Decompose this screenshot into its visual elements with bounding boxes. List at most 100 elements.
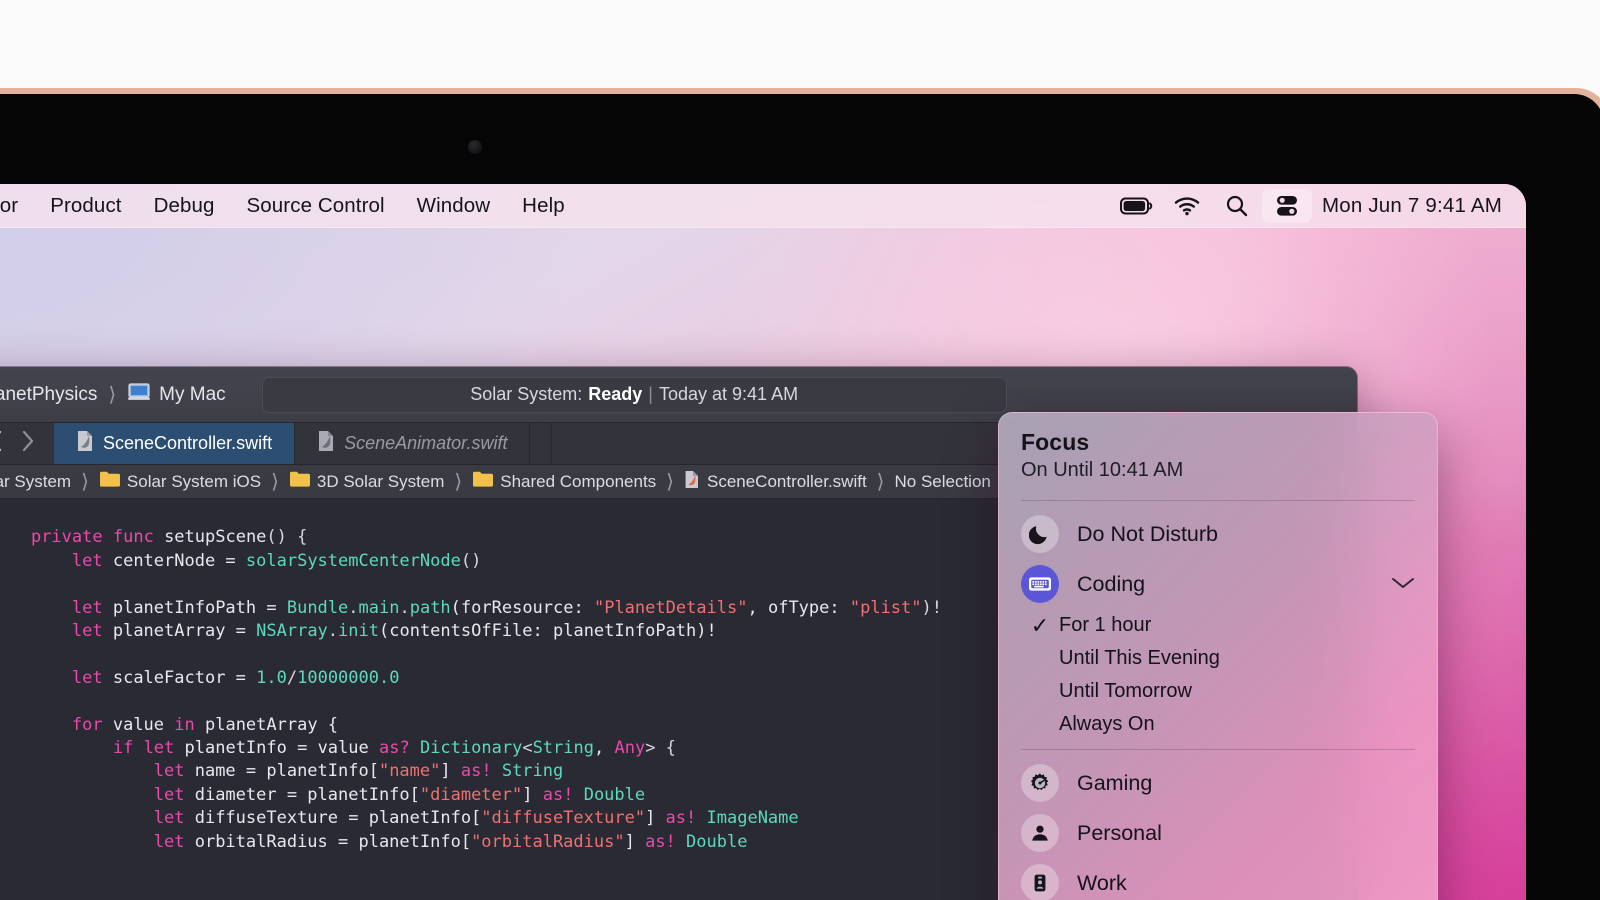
breadcrumb-item-1[interactable]: Solar System iOS	[127, 472, 261, 492]
focus-duration-always-on[interactable]: Always On	[999, 708, 1437, 741]
focus-mode-work[interactable]: Work	[999, 858, 1437, 900]
code-token: planetInfoPath =	[102, 597, 287, 618]
code-token: ()	[460, 550, 482, 571]
menu-bar-status-items: Mon Jun 7 9:41 AM	[1112, 188, 1526, 223]
code-token: init	[338, 621, 379, 642]
screen: tor Product Debug Source Control Window …	[0, 184, 1526, 900]
code-token: Double	[583, 784, 646, 805]
code-token: as?	[378, 738, 410, 759]
battery-icon[interactable]	[1112, 189, 1162, 223]
person-icon	[1021, 814, 1059, 852]
code-token: "diffuseTexture"	[481, 808, 646, 829]
focus-duration-label: Until This Evening	[1059, 647, 1220, 669]
code-token: path	[409, 597, 451, 618]
menu-item-product[interactable]: Product	[34, 191, 137, 221]
folder-icon	[99, 470, 120, 493]
code-token: , ofType:	[747, 597, 850, 618]
code-token: (contentsOfFile: planetInfoPath)!	[379, 621, 717, 642]
code-token: scaleFactor =	[102, 667, 257, 688]
breadcrumb-item-0[interactable]: Solar System	[0, 472, 71, 492]
swift-file-icon	[684, 470, 700, 494]
macbook-device: tor Product Debug Source Control Window …	[0, 88, 1600, 900]
scheme-destination-chooser[interactable]: PlanetPhysics ⟩ My Mac	[0, 381, 226, 409]
focus-duration-until-tomorrow[interactable]: Until Tomorrow	[999, 675, 1437, 708]
code-token: setupScene	[164, 527, 267, 548]
code-token: in	[174, 714, 195, 735]
focus-mode-personal[interactable]: Personal	[999, 808, 1437, 858]
divider	[1021, 500, 1415, 501]
breadcrumb-item-3[interactable]: Shared Components	[500, 472, 656, 492]
code-token: solarSystemCenterNode	[245, 550, 461, 571]
focus-duration-label: For 1 hour	[1059, 614, 1152, 636]
focus-mode-gaming[interactable]: Gaming	[999, 758, 1437, 808]
menu-item-debug[interactable]: Debug	[138, 191, 231, 221]
focus-mode-coding[interactable]: Coding	[999, 559, 1437, 609]
code-token: let	[143, 738, 175, 759]
tab-bar-filler	[530, 423, 553, 464]
wifi-icon[interactable]	[1162, 189, 1212, 223]
focus-header: Focus On Until 10:41 AM	[999, 413, 1437, 492]
code-token: <	[522, 738, 533, 759]
menu-item-window[interactable]: Window	[401, 191, 507, 221]
menu-bar: tor Product Debug Source Control Window …	[0, 184, 1526, 228]
menu-item-editor[interactable]: tor	[0, 191, 34, 221]
breadcrumb-item-4[interactable]: SceneController.swift	[707, 472, 867, 492]
code-token: let	[71, 621, 103, 642]
keyboard-icon	[1021, 565, 1059, 603]
moon-icon	[1021, 515, 1059, 553]
focus-title: Focus	[1021, 429, 1090, 455]
code-token: "orbitalRadius"	[471, 831, 625, 852]
activity-status-field: Solar System: Ready | Today at 9:41 AM	[261, 376, 1007, 413]
code-token: Double	[686, 831, 748, 852]
navigate-forward-icon[interactable]	[21, 430, 34, 457]
code-token: value	[102, 714, 175, 735]
focus-mode-do-not-disturb[interactable]: Do Not Disturb	[999, 509, 1437, 559]
focus-subtitle: On Until 10:41 AM	[1021, 459, 1184, 481]
code-token: (forResource:	[450, 597, 594, 618]
navigate-back-icon[interactable]	[0, 430, 3, 457]
chevron-right-icon: ⟩	[271, 471, 279, 493]
menu-item-help[interactable]: Help	[506, 191, 581, 221]
chevron-right-icon: ⟩	[876, 471, 885, 493]
chevron-down-icon[interactable]	[1391, 573, 1415, 596]
code-token: as!	[460, 761, 492, 782]
gear-icon	[1021, 764, 1059, 802]
code-token: as!	[665, 808, 697, 829]
tab-label: SceneController.swift	[103, 433, 273, 453]
chevron-right-icon: ⟩	[108, 384, 117, 406]
menu-item-source-control[interactable]: Source Control	[231, 191, 401, 221]
control-center-icon[interactable]	[1261, 188, 1312, 223]
focus-mode-label: Coding	[1077, 571, 1146, 596]
focus-mode-label: Gaming	[1077, 770, 1153, 795]
chevron-right-icon: ⟩	[666, 471, 674, 493]
code-token: ]	[645, 808, 666, 829]
menu-bar-clock[interactable]: Mon Jun 7 9:41 AM	[1312, 194, 1506, 218]
code-token: Any	[614, 738, 646, 759]
focus-duration-until-this-evening[interactable]: Until This Evening	[999, 642, 1437, 675]
code-token: Dictionary	[419, 738, 523, 759]
code-token: "PlanetDetails"	[593, 597, 748, 618]
focus-mode-label: Do Not Disturb	[1077, 521, 1218, 546]
code-token: let	[153, 808, 185, 829]
tab-scenecontroller-swift[interactable]: SceneController.swift	[54, 423, 296, 464]
code-token: ]	[624, 831, 646, 852]
tab-sceneanimator-swift[interactable]: SceneAnimator.swift	[295, 423, 531, 464]
breadcrumb-item-2[interactable]: 3D Solar System	[317, 472, 445, 492]
code-token: planetArray =	[102, 621, 257, 642]
search-icon[interactable]	[1212, 189, 1262, 223]
code-token: func	[112, 527, 154, 548]
breadcrumb-item-5[interactable]: No Selection	[894, 472, 990, 492]
code-token: let	[153, 784, 185, 805]
focus-duration-for-1-hour[interactable]: ✓ For 1 hour	[999, 609, 1437, 642]
